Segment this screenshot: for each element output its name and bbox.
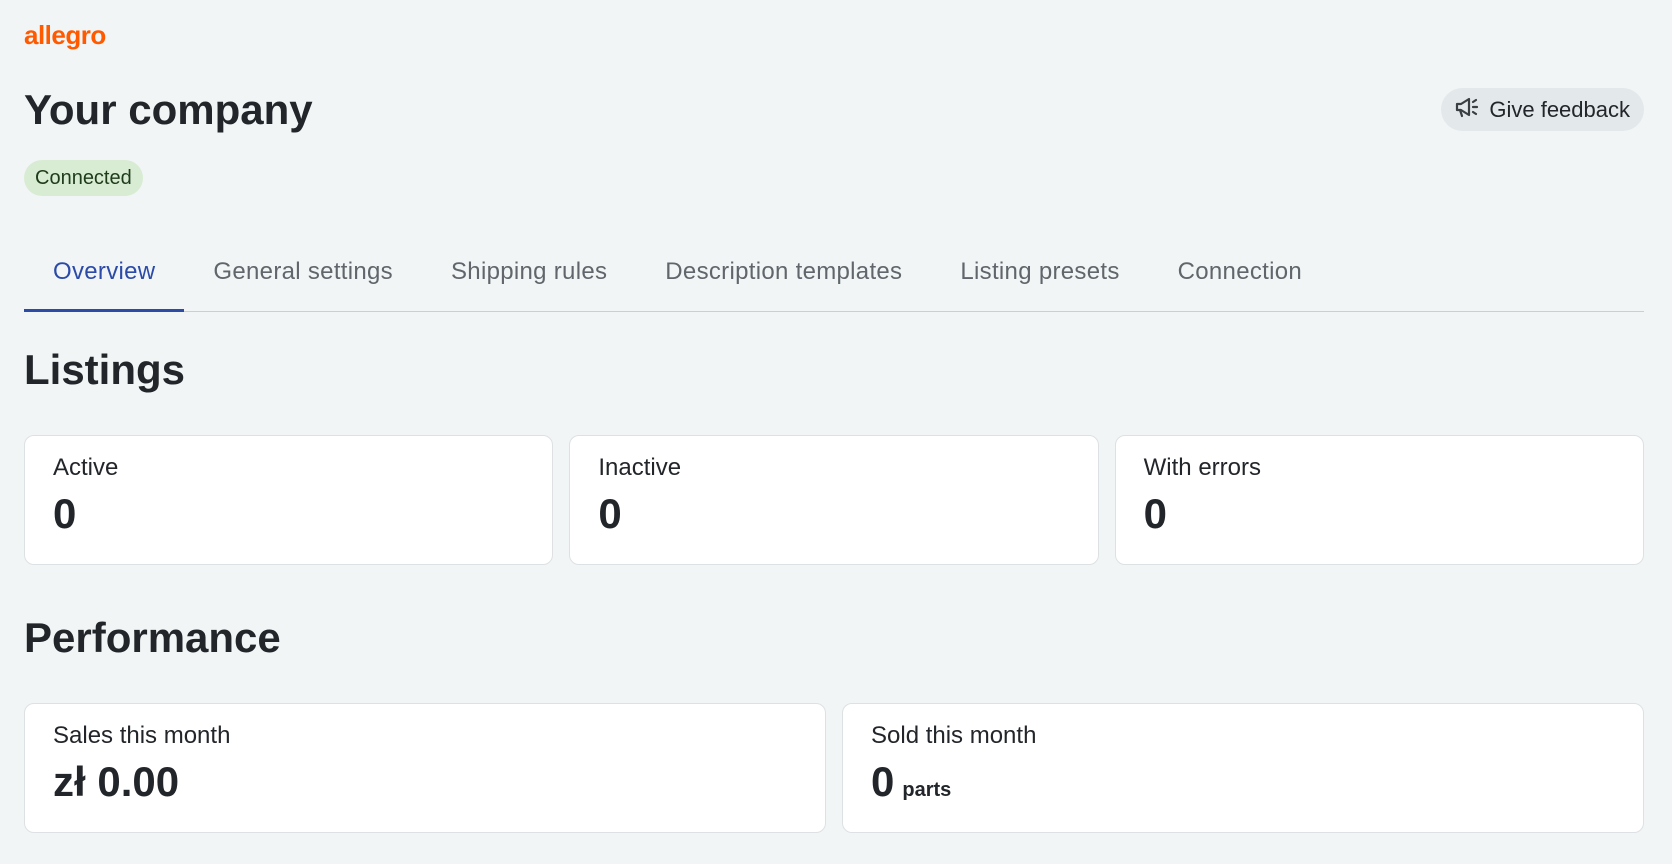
- allegro-logo[interactable]: allegro: [24, 20, 106, 51]
- listings-cards: Active 0 Inactive 0 With errors 0: [24, 435, 1644, 565]
- card-value: 0: [1144, 490, 1615, 538]
- performance-section-title: Performance: [24, 614, 281, 661]
- card-value: 0: [598, 490, 1069, 538]
- tab-overview[interactable]: Overview: [24, 232, 185, 312]
- tab-listing-presets[interactable]: Listing presets: [931, 232, 1148, 311]
- errors-count: 0: [1143, 490, 1168, 537]
- tab-general-settings[interactable]: General settings: [184, 232, 422, 311]
- card-value: 0 parts: [871, 758, 1615, 806]
- megaphone-icon: [1453, 93, 1481, 127]
- page: allegro Your company Give feedback Conne…: [0, 0, 1672, 864]
- inactive-listings-card: Inactive 0: [569, 435, 1099, 565]
- card-label: Inactive: [598, 454, 682, 481]
- status-badge: Connected: [24, 160, 143, 196]
- tab-bar: Overview General settings Shipping rules…: [24, 232, 1644, 312]
- card-label: Sold this month: [871, 722, 1037, 749]
- sold-card: Sold this month 0 parts: [842, 703, 1644, 833]
- sold-count: 0: [871, 758, 895, 805]
- active-listings-card: Active 0: [24, 435, 554, 565]
- card-value: zł 0.00: [53, 758, 797, 806]
- tab-connection[interactable]: Connection: [1149, 232, 1331, 311]
- card-label: With errors: [1143, 454, 1261, 481]
- page-title: Your company: [24, 86, 313, 133]
- error-listings-card: With errors 0: [1114, 435, 1644, 565]
- sales-amount: zł 0.00: [53, 758, 180, 805]
- listings-section-title: Listings: [24, 346, 186, 393]
- tab-shipping-rules[interactable]: Shipping rules: [422, 232, 636, 311]
- performance-cards: Sales this month zł 0.00 Sold this month…: [24, 703, 1644, 833]
- card-label: Active: [53, 454, 119, 481]
- give-feedback-label: Give feedback: [1489, 96, 1630, 122]
- sales-card: Sales this month zł 0.00: [24, 703, 826, 833]
- active-count: 0: [53, 490, 77, 537]
- inactive-count: 0: [598, 490, 622, 537]
- card-label: Sales this month: [53, 722, 231, 749]
- card-value: 0: [53, 490, 524, 538]
- tab-description-templates[interactable]: Description templates: [636, 232, 931, 311]
- sold-unit: parts: [902, 779, 952, 801]
- give-feedback-button[interactable]: Give feedback: [1441, 88, 1644, 131]
